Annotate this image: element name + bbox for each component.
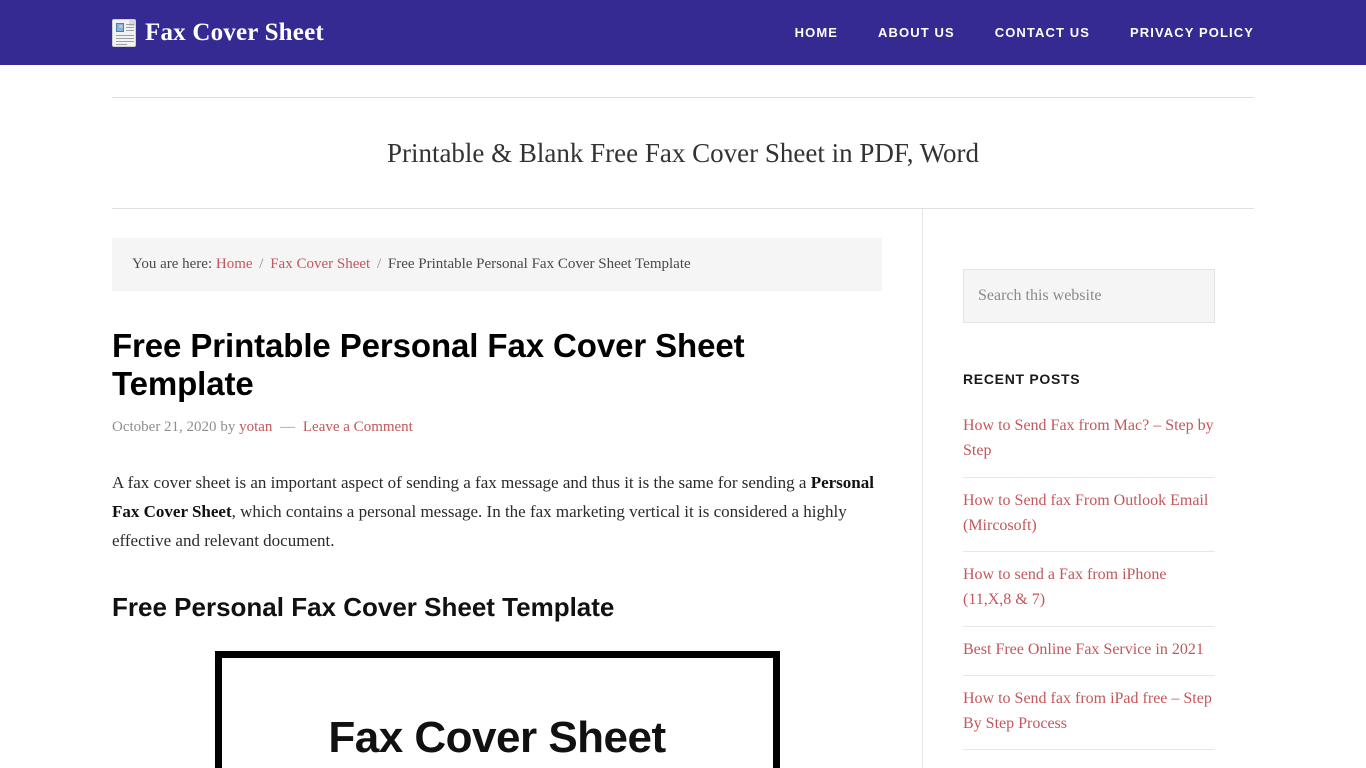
document-person-icon xyxy=(112,18,136,47)
recent-posts-list: How to Send Fax from Mac? – Step by Step… xyxy=(963,401,1215,751)
by-label: by xyxy=(220,418,236,435)
intro-paragraph: A fax cover sheet is an important aspect… xyxy=(112,468,882,556)
breadcrumb: You are here: Home / Fax Cover Sheet / F… xyxy=(112,238,882,291)
recent-post-link-1[interactable]: How to Send Fax from Mac? – Step by Step xyxy=(963,413,1215,464)
breadcrumb-item-home[interactable]: Home xyxy=(216,256,253,272)
site-title: Fax Cover Sheet xyxy=(145,19,324,46)
site-header: Fax Cover Sheet HOME ABOUT US CONTACT US… xyxy=(0,0,1366,65)
breadcrumb-item-fax-cover-sheet[interactable]: Fax Cover Sheet xyxy=(270,256,370,272)
site-inner: You are here: Home / Fax Cover Sheet / F… xyxy=(112,209,1254,768)
search-input[interactable] xyxy=(963,269,1215,323)
main-navigation: HOME ABOUT US CONTACT US PRIVACY POLICY xyxy=(775,25,1254,40)
meta-dash: — xyxy=(280,418,296,435)
entry-content: A fax cover sheet is an important aspect… xyxy=(112,468,882,768)
recent-post-link-3[interactable]: How to send a Fax from iPhone (11,X,8 & … xyxy=(963,562,1215,613)
leave-a-comment-link[interactable]: Leave a Comment xyxy=(303,419,413,435)
nav-item-privacy-policy[interactable]: PRIVACY POLICY xyxy=(1110,25,1254,40)
nav-item-about-us[interactable]: ABOUT US xyxy=(858,25,975,40)
section-heading: Free Personal Fax Cover Sheet Template xyxy=(112,591,615,622)
site-description-band: Printable & Blank Free Fax Cover Sheet i… xyxy=(112,97,1254,209)
nav-item-contact-us[interactable]: CONTACT US xyxy=(975,25,1110,40)
breadcrumb-separator: / xyxy=(259,256,264,272)
site-logo-link[interactable]: Fax Cover Sheet xyxy=(112,18,324,47)
page-title: Free Printable Personal Fax Cover Sheet … xyxy=(112,327,745,402)
post-date: October 21, 2020 xyxy=(112,418,217,435)
list-item: How to Send fax from iPad free – Step By… xyxy=(963,676,1215,751)
nav-item-home[interactable]: HOME xyxy=(775,25,858,40)
content-area: You are here: Home / Fax Cover Sheet / F… xyxy=(112,209,922,768)
paragraph-text-1: A fax cover sheet is an important aspect… xyxy=(112,472,811,492)
list-item: How to Send Fax from Mac? – Step by Step xyxy=(963,401,1215,478)
breadcrumb-prefix: You are here: xyxy=(132,256,213,272)
fax-cover-sheet-image[interactable]: Fax Cover Sheet xyxy=(214,650,780,768)
search-form xyxy=(963,269,1254,323)
header-inner: Fax Cover Sheet HOME ABOUT US CONTACT US… xyxy=(112,0,1254,65)
fax-image-title: Fax Cover Sheet xyxy=(328,712,666,762)
post-author-link[interactable]: yotan xyxy=(239,419,272,435)
list-item: How to send a Fax from iPhone (11,X,8 & … xyxy=(963,552,1215,627)
post-article: Free Printable Personal Fax Cover Sheet … xyxy=(112,327,882,768)
list-item: How to Send fax From Outlook Email (Mirc… xyxy=(963,478,1215,553)
recent-post-link-5[interactable]: How to Send fax from iPad free – Step By… xyxy=(963,686,1215,737)
fax-template-figure: Fax Cover Sheet xyxy=(112,650,882,768)
recent-post-link-2[interactable]: How to Send fax From Outlook Email (Mirc… xyxy=(963,488,1215,539)
recent-post-link-4[interactable]: Best Free Online Fax Service in 2021 xyxy=(963,637,1215,662)
recent-posts-title: RECENT POSTS xyxy=(963,371,1081,387)
sidebar: RECENT POSTS How to Send Fax from Mac? –… xyxy=(922,209,1254,768)
list-item: Best Free Online Fax Service in 2021 xyxy=(963,627,1215,676)
site-description: Printable & Blank Free Fax Cover Sheet i… xyxy=(386,137,980,168)
entry-meta: October 21, 2020 by yotan — Leave a Comm… xyxy=(112,419,882,436)
breadcrumb-item-current: Free Printable Personal Fax Cover Sheet … xyxy=(387,256,691,272)
breadcrumb-separator: / xyxy=(376,256,382,272)
